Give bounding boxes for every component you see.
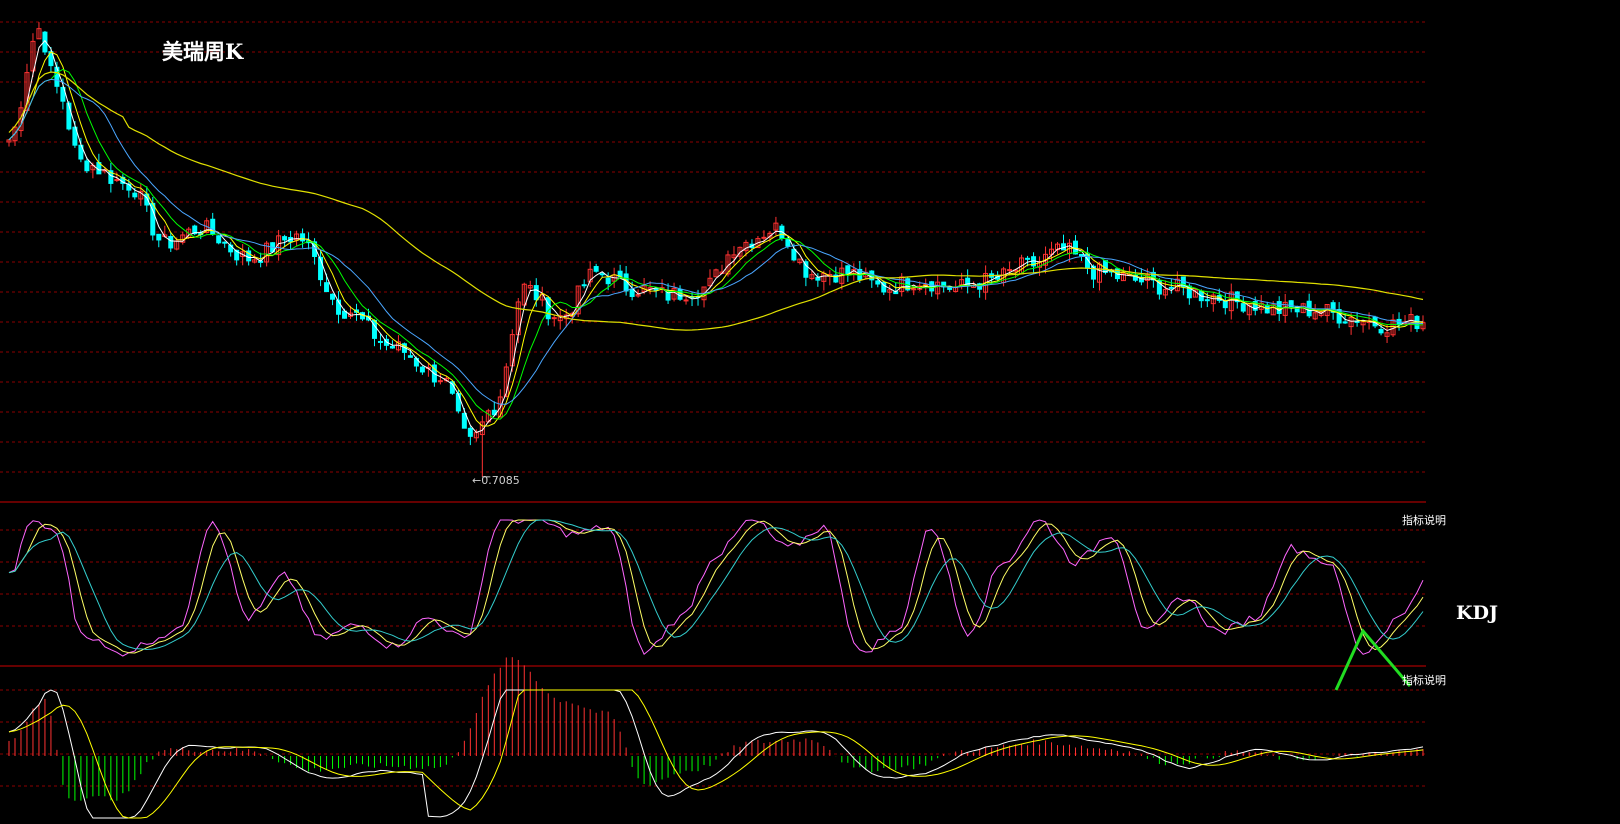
kdj-d-line <box>8 519 1424 654</box>
indicator-explain-link-1[interactable]: 指标说明 <box>1400 512 1448 528</box>
candle-body <box>1204 299 1210 302</box>
candle-body <box>551 317 557 320</box>
candle-body <box>156 233 162 241</box>
candle-body <box>593 266 599 272</box>
candle-body <box>407 355 413 358</box>
candle-body <box>1168 286 1174 289</box>
candle-body <box>785 239 791 247</box>
candle-body <box>461 412 467 429</box>
indicator-explain-link-2[interactable]: 指标说明 <box>1400 672 1448 688</box>
candle-body <box>533 285 539 301</box>
candle-body <box>677 288 683 300</box>
candle-body <box>114 179 120 182</box>
candle-body <box>168 236 174 249</box>
candle-body <box>467 427 473 437</box>
low-price-label: ←0.7085 <box>472 474 520 487</box>
candle-body <box>599 273 605 276</box>
candle-body <box>377 340 383 343</box>
candle-body <box>683 299 689 302</box>
candle-body <box>330 293 336 300</box>
candle-body <box>803 261 809 278</box>
chart-title: 美瑞周K <box>162 39 244 64</box>
grid-lines <box>0 21 1426 787</box>
ma-long-line <box>8 68 1424 420</box>
kdj-indicator <box>8 519 1424 657</box>
candle-body <box>222 241 228 244</box>
candle-body <box>815 277 821 281</box>
candle-body <box>1222 300 1228 309</box>
candlestick-series <box>6 22 1426 478</box>
candle-body <box>455 393 461 412</box>
ma-yearly-line <box>8 71 1424 331</box>
candle-body <box>629 288 635 297</box>
candle-body <box>300 233 306 242</box>
candle-body <box>875 280 881 285</box>
stock-chart <box>0 21 1426 819</box>
candle-body <box>845 265 851 275</box>
candle-body <box>437 380 443 383</box>
trend-arrow <box>1334 628 1412 691</box>
candle-body <box>84 160 90 172</box>
macd-indicator <box>8 657 1424 819</box>
candle-body <box>210 218 216 235</box>
trend-arrow-line <box>1334 628 1412 691</box>
candle-body <box>1288 300 1294 309</box>
candle-body <box>282 236 288 241</box>
candle-body <box>1378 328 1384 334</box>
kdj-j-line <box>8 519 1424 651</box>
candle-body <box>605 277 611 285</box>
candle-body <box>1240 303 1246 312</box>
candle-body <box>54 66 60 87</box>
candle-body <box>653 288 659 291</box>
candle-body <box>389 345 395 349</box>
candle-body <box>132 192 138 198</box>
candle-body <box>1342 321 1348 324</box>
kdj-label: KDJ <box>1456 602 1498 624</box>
candle-body <box>581 284 587 287</box>
kdj-k-line <box>8 519 1424 657</box>
candle-body <box>911 288 917 291</box>
candle-body <box>324 282 330 293</box>
candle-body <box>791 248 797 261</box>
candle-body <box>1078 253 1084 257</box>
candle-body <box>419 366 425 373</box>
candle-body <box>216 235 222 244</box>
candle-body <box>1007 269 1013 272</box>
candle-body <box>1025 257 1031 260</box>
